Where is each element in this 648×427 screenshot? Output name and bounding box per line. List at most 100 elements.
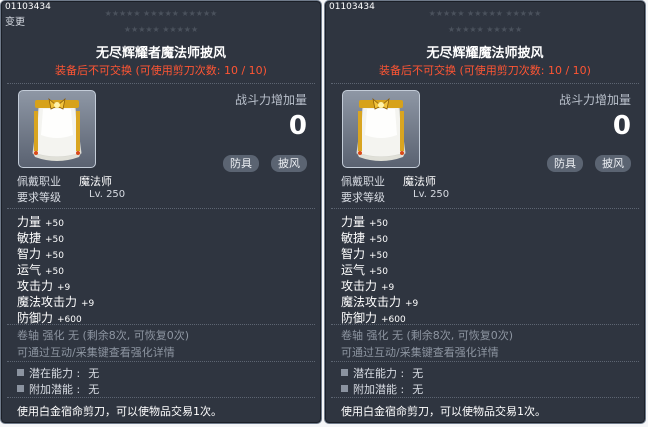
divider (7, 208, 315, 209)
item-tooltip-right: 01103434 ★★★★★ ★★★★★ ★★★★★ ★★★★★ ★★★★★ 无… (324, 0, 646, 424)
additional-potential-bullet-icon (341, 385, 348, 392)
tag-armor: 防具 (547, 155, 583, 172)
scroll-upgrade-info: 卷轴 强化 无 (剩余8次, 可恢复0次) (341, 329, 514, 342)
item-icon-frame (18, 90, 96, 168)
divider (331, 208, 639, 209)
star-force-row-1: ★★★★★ ★★★★★ ★★★★★ (104, 9, 218, 18)
divider (7, 83, 315, 84)
divider (7, 324, 315, 325)
stat-row: 敏捷 +50 (17, 229, 64, 246)
divider (331, 324, 639, 325)
upgrade-hint: 可通过互动/采集键查看强化详情 (17, 346, 175, 359)
item-tooltip-left: 01103434 变更 ★★★★★ ★★★★★ ★★★★★ ★★★★★ ★★★★… (0, 0, 322, 424)
stat-value: +9 (381, 283, 395, 293)
stat-value: +50 (369, 235, 389, 245)
additional-potential-row: 附加潜能 : 无 (17, 381, 99, 397)
divider (7, 397, 315, 398)
scissors-note: 使用白金宿命剪刀，可以使物品交易1次。 (341, 405, 546, 418)
required-level-value: Lv. 250 (89, 189, 126, 200)
potential-row: 潜在能力 : 无 (17, 365, 99, 381)
stat-row: 智力 +50 (17, 245, 64, 262)
stat-label: 智力 (341, 247, 366, 261)
stat-value: +9 (81, 299, 95, 309)
star-force-row-2: ★★★★★ ★★★★★ (447, 25, 523, 34)
stat-row: 攻击力 +9 (341, 277, 394, 294)
required-job-value: 魔法师 (403, 175, 436, 188)
item-name: 无尽辉耀者魔法师披风 (95, 46, 226, 61)
item-name: 无尽辉耀魔法师披风 (426, 46, 544, 61)
power-increase-label: 战斗力增加量 (558, 93, 631, 107)
potential-bullet-icon (341, 369, 348, 376)
divider (331, 83, 639, 84)
additional-potential-label: 附加潜能 : (29, 383, 81, 396)
scissors-note: 使用白金宿命剪刀，可以使物品交易1次。 (17, 405, 222, 418)
trade-restriction: 装备后不可交换 (可使用剪刀次数: 10 / 10) (55, 64, 267, 77)
power-increase-value: 0 (288, 111, 307, 141)
item-icon-frame (342, 90, 420, 168)
trade-restriction: 装备后不可交换 (可使用剪刀次数: 10 / 10) (379, 64, 591, 77)
potential-row: 潜在能力 : 无 (341, 365, 423, 381)
star-force-row-2: ★★★★★ ★★★★★ (123, 25, 199, 34)
required-level-label: 要求等级 (341, 191, 385, 204)
potential-label: 潜在能力 : (353, 367, 405, 380)
stat-label: 敏捷 (341, 231, 366, 245)
stat-value: +50 (45, 251, 65, 261)
cape-icon (32, 97, 82, 161)
upgrade-hint: 可通过互动/采集键查看强化详情 (341, 346, 499, 359)
required-job-label: 佩戴职业 (341, 175, 385, 188)
additional-potential-value: 无 (412, 383, 424, 396)
star-force-row-1: ★★★★★ ★★★★★ ★★★★★ (428, 9, 542, 18)
tag-cape: 披风 (595, 155, 631, 172)
stat-value: +9 (405, 299, 419, 309)
divider (331, 361, 639, 362)
stat-value: +9 (57, 283, 71, 293)
required-job: 佩戴职业 魔法师 (341, 173, 436, 189)
tag-armor: 防具 (223, 155, 259, 172)
potential-value: 无 (412, 367, 424, 380)
stat-row: 力量 +50 (341, 213, 388, 230)
stat-label: 魔法攻击力 (341, 295, 402, 309)
stat-value: +50 (45, 235, 65, 245)
cape-icon (356, 97, 406, 161)
tag-cape: 披风 (271, 155, 307, 172)
power-increase-value: 0 (612, 111, 631, 141)
stat-value: +50 (369, 251, 389, 261)
stat-row: 魔法攻击力 +9 (341, 293, 418, 310)
stat-row: 魔法攻击力 +9 (17, 293, 94, 310)
required-job: 佩戴职业 魔法师 (17, 173, 112, 189)
stat-value: +50 (369, 267, 389, 277)
stat-label: 智力 (17, 247, 42, 261)
required-level-label: 要求等级 (17, 191, 61, 204)
stat-label: 敏捷 (17, 231, 42, 245)
stat-label: 攻击力 (341, 279, 378, 293)
stat-label: 攻击力 (17, 279, 54, 293)
required-job-value: 魔法师 (79, 175, 112, 188)
additional-potential-value: 无 (88, 383, 100, 396)
required-level: 要求等级 Lv. 250 (341, 189, 449, 205)
stat-label: 防御力 (341, 311, 378, 325)
power-increase-label: 战斗力增加量 (234, 93, 307, 107)
additional-potential-label: 附加潜能 : (353, 383, 405, 396)
stat-row: 智力 +50 (341, 245, 388, 262)
required-level: 要求等级 Lv. 250 (17, 189, 125, 205)
potential-label: 潜在能力 : (29, 367, 81, 380)
stat-row: 敏捷 +50 (341, 229, 388, 246)
stat-label: 防御力 (17, 311, 54, 325)
required-level-value: Lv. 250 (413, 189, 450, 200)
stat-value: +50 (45, 219, 65, 229)
divider (7, 361, 315, 362)
scroll-upgrade-info: 卷轴 强化 无 (剩余8次, 可恢复0次) (17, 329, 190, 342)
stat-row: 力量 +50 (17, 213, 64, 230)
stat-label: 魔法攻击力 (17, 295, 78, 309)
stat-label: 运气 (17, 263, 42, 277)
additional-potential-bullet-icon (17, 385, 24, 392)
additional-potential-row: 附加潜能 : 无 (341, 381, 423, 397)
stat-label: 运气 (341, 263, 366, 277)
stat-value: +50 (45, 267, 65, 277)
stat-row: 攻击力 +9 (17, 277, 70, 294)
stat-label: 力量 (341, 215, 366, 229)
potential-bullet-icon (17, 369, 24, 376)
stat-row: 运气 +50 (17, 261, 64, 278)
stat-row: 运气 +50 (341, 261, 388, 278)
potential-value: 无 (88, 367, 100, 380)
